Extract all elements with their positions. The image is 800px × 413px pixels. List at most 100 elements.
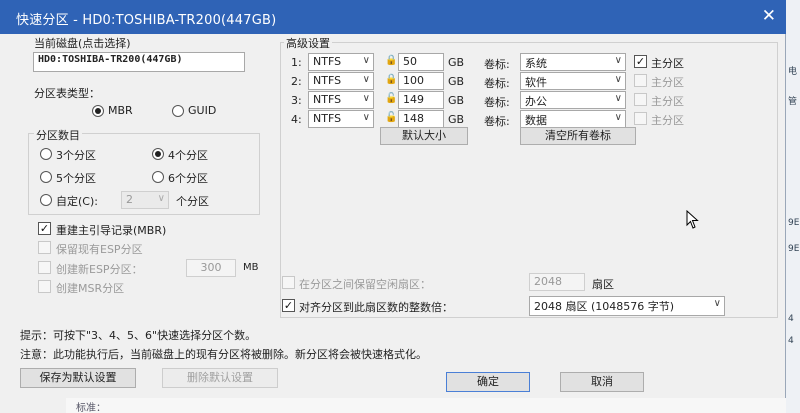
row-3-size-input[interactable]: 149 [398,91,444,109]
row-1-volume-value: 系统 [525,57,547,70]
align-label: 对齐分区到此扇区数的整数倍： [299,301,453,314]
rebuild-mbr-checkbox[interactable]: ✓ [38,222,51,235]
keep-free-input[interactable]: 2048 [529,273,585,291]
row-4-volume-value: 数据 [525,114,547,127]
align-checkbox[interactable]: ✓ [282,299,295,312]
keep-free-unit: 扇区 [592,278,614,291]
background-char: 9E [788,218,800,228]
row-3-index: 3: [291,94,302,107]
clear-labels-button[interactable]: 清空所有卷标 [520,127,636,145]
disk-label: 当前磁盘(点击选择) [34,37,131,50]
row-3-volume-label: 卷标: [484,96,510,109]
background-label: 标准： [76,403,106,413]
row-4-size-input[interactable]: 148 [398,110,444,128]
row-2-index: 2: [291,75,302,88]
title-bar: 快速分区 - HD0:TOSHIBA-TR200(447GB) ✕ [0,0,786,34]
lock-icon[interactable]: 🔒 [385,74,397,85]
row-2-unit: GB [448,75,465,88]
row-1-volume-select[interactable]: 系统 ∨ [520,53,626,71]
cancel-button[interactable]: 取消 [560,372,644,392]
advanced-label: 高级设置 [284,35,332,51]
background-char: 管 [788,97,798,107]
row-4-primary-checkbox[interactable] [634,112,647,125]
row-4-volume-select[interactable]: 数据 ∨ [520,110,626,128]
esp-unit-label: MB [243,262,259,273]
row-1-volume-label: 卷标: [484,58,510,71]
keep-free-checkbox[interactable] [282,276,295,289]
align-value: 2048 扇区 (1048576 字节) [534,300,675,313]
custom-count-suffix: 个分区 [176,195,209,208]
esp-size-input[interactable]: 300 [186,259,236,277]
row-1-primary-checkbox[interactable]: ✓ [634,55,647,68]
close-icon[interactable]: ✕ [762,6,776,26]
row-4-fs-select[interactable]: NTFS ∨ [308,110,374,128]
window-title: 快速分区 - HD0:TOSHIBA-TR200(447GB) [16,13,277,28]
create-esp-label: 创建新ESP分区： [56,263,143,276]
row-3-volume-value: 办公 [525,95,547,108]
mbr-radio[interactable] [92,105,104,117]
quick-partition-dialog: 快速分区 - HD0:TOSHIBA-TR200(447GB) ✕ 当前磁盘(点… [0,0,786,413]
partition-table-label: 分区表类型： [34,87,100,100]
guid-label: GUID [188,104,217,117]
create-msr-checkbox[interactable] [38,280,51,293]
row-2-volume-select[interactable]: 软件 ∨ [520,72,626,90]
row-2-primary-label: 主分区 [651,76,684,89]
disk-selector[interactable]: HD0:TOSHIBA-TR200(447GB) [33,52,245,72]
row-3-fs-value: NTFS [313,93,342,106]
count-3-label: 3个分区 [56,149,96,162]
rebuild-mbr-label: 重建主引导记录(MBR) [56,224,167,237]
chevron-down-icon: ∨ [713,298,721,309]
row-4-primary-label: 主分区 [651,114,684,127]
background-char: 电 [788,67,798,77]
row-1-fs-value: NTFS [313,55,342,68]
row-3-volume-select[interactable]: 办公 ∨ [520,91,626,109]
count-6-radio[interactable] [152,171,164,183]
custom-count-select[interactable]: 2 ∨ [121,191,169,209]
chevron-down-icon: ∨ [614,74,622,85]
chevron-down-icon: ∨ [362,55,370,66]
warning-text: 注意：此功能执行后，当前磁盘上的现有分区将被删除。新分区将会被快速格式化。 [20,348,427,361]
row-1-size-input[interactable]: 50 [398,53,444,71]
background-app-strip: 标准： [66,398,786,413]
count-5-radio[interactable] [40,171,52,183]
row-2-size-input[interactable]: 100 [398,72,444,90]
count-4-radio[interactable] [152,148,164,160]
chevron-down-icon: ∨ [614,55,622,66]
create-esp-checkbox[interactable] [38,261,51,274]
unlock-icon[interactable]: 🔓 [385,112,397,123]
lock-icon[interactable]: 🔒 [385,55,397,66]
row-4-fs-value: NTFS [313,112,342,125]
count-3-radio[interactable] [40,148,52,160]
row-2-fs-value: NTFS [313,74,342,87]
chevron-down-icon: ∨ [157,193,165,204]
row-4-unit: GB [448,113,465,126]
count-custom-radio[interactable] [40,194,52,206]
row-3-fs-select[interactable]: NTFS ∨ [308,91,374,109]
keep-esp-label: 保留现有ESP分区 [56,243,143,256]
chevron-down-icon: ∨ [362,74,370,85]
row-3-unit: GB [448,94,465,107]
partition-count-label: 分区数目 [34,127,82,143]
save-default-button[interactable]: 保存为默认设置 [20,368,136,388]
background-char: 4 [788,336,794,346]
delete-default-button[interactable]: 删除默认设置 [162,368,278,388]
align-select[interactable]: 2048 扇区 (1048576 字节) ∨ [529,296,725,316]
create-msr-label: 创建MSR分区 [56,282,125,295]
default-size-button[interactable]: 默认大小 [380,127,468,145]
ok-button[interactable]: 确定 [446,372,530,392]
row-2-volume-label: 卷标: [484,77,510,90]
chevron-down-icon: ∨ [362,112,370,123]
row-2-primary-checkbox[interactable] [634,74,647,87]
keep-free-label: 在分区之间保留空闲扇区： [299,278,431,291]
row-1-fs-select[interactable]: NTFS ∨ [308,53,374,71]
row-3-primary-checkbox[interactable] [634,93,647,106]
keep-esp-checkbox[interactable] [38,241,51,254]
row-3-primary-label: 主分区 [651,95,684,108]
unlock-icon[interactable]: 🔓 [385,93,397,104]
mbr-label: MBR [108,104,133,117]
guid-radio[interactable] [172,105,184,117]
count-6-label: 6个分区 [168,172,208,185]
mouse-cursor-icon [686,210,699,229]
row-2-fs-select[interactable]: NTFS ∨ [308,72,374,90]
count-custom-label: 自定(C): [56,195,98,208]
